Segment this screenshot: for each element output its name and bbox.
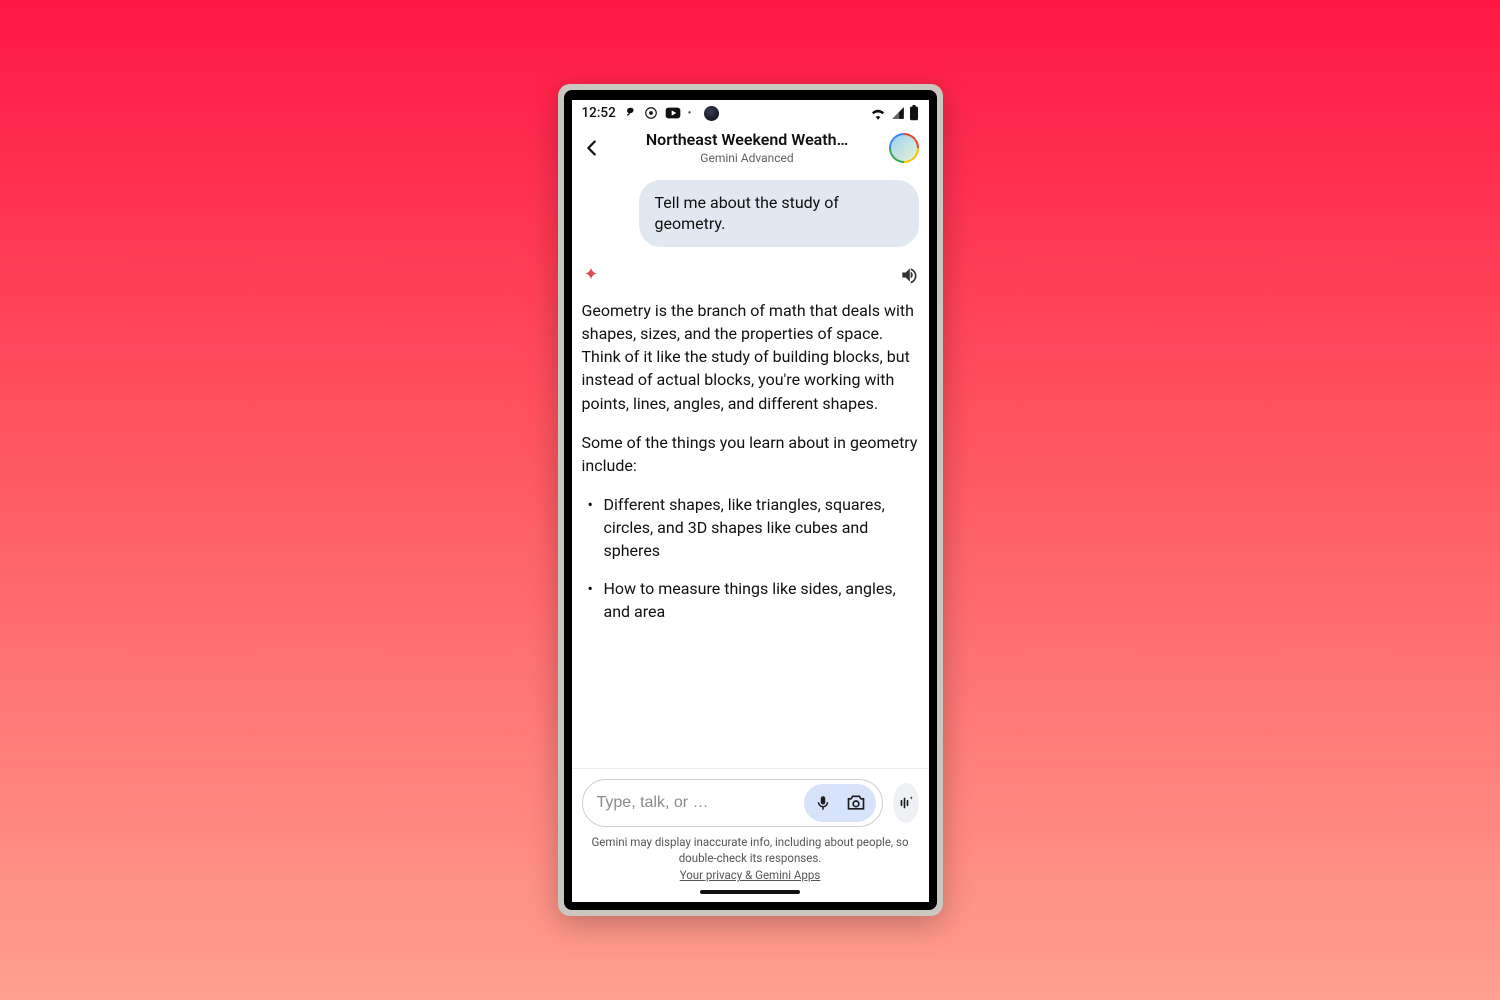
- mic-button[interactable]: [814, 794, 832, 812]
- assistant-paragraph: Some of the things you learn about in ge…: [582, 431, 919, 477]
- disclaimer-text: Gemini may display inaccurate info, incl…: [591, 835, 908, 865]
- conversation-title: Northeast Weekend Weath…: [614, 130, 881, 149]
- assistant-header: [582, 265, 919, 289]
- gemini-live-button[interactable]: [893, 783, 919, 823]
- front-camera: [704, 106, 719, 121]
- microphone-icon: [814, 794, 832, 812]
- conversation-area[interactable]: Tell me about the study of geometry. Geo…: [572, 172, 929, 769]
- list-item: How to measure things like sides, angles…: [588, 577, 919, 623]
- conversation-subtitle: Gemini Advanced: [614, 151, 881, 165]
- chrome-icon: [644, 106, 658, 120]
- signal-icon: [891, 106, 905, 120]
- chevron-left-icon: [581, 137, 603, 159]
- message-input-pill[interactable]: [582, 779, 883, 827]
- back-button[interactable]: [578, 134, 606, 162]
- screen: 12:52 •: [572, 100, 929, 902]
- camera-button[interactable]: [846, 794, 866, 812]
- app-indicator-icon: [623, 106, 637, 120]
- speaker-icon: [899, 265, 919, 285]
- camera-icon: [846, 794, 866, 812]
- disclaimer: Gemini may display inaccurate info, incl…: [582, 835, 919, 884]
- input-area: Gemini may display inaccurate info, incl…: [572, 768, 929, 902]
- user-message-bubble: Tell me about the study of geometry.: [639, 180, 919, 247]
- list-item: Different shapes, like triangles, square…: [588, 493, 919, 563]
- waveform-sparkle-icon: [897, 794, 915, 812]
- mic-camera-group: [804, 784, 876, 822]
- youtube-icon: [665, 107, 681, 119]
- avatar-image: [891, 135, 917, 161]
- phone-frame: 12:52 •: [558, 84, 943, 916]
- read-aloud-button[interactable]: [899, 265, 919, 289]
- app-header: Northeast Weekend Weath… Gemini Advanced: [572, 126, 929, 172]
- phone-bezel: 12:52 •: [564, 90, 937, 910]
- assistant-bullet-list: Different shapes, like triangles, square…: [582, 493, 919, 623]
- assistant-paragraph: Geometry is the branch of math that deal…: [582, 299, 919, 415]
- home-indicator[interactable]: [700, 890, 800, 894]
- status-time: 12:52: [582, 105, 616, 121]
- wifi-icon: [869, 106, 887, 120]
- status-dot-separator: •: [688, 108, 692, 119]
- user-message-row: Tell me about the study of geometry.: [582, 180, 919, 247]
- assistant-message: Geometry is the branch of math that deal…: [582, 299, 919, 623]
- message-input[interactable]: [597, 794, 804, 812]
- battery-icon: [909, 105, 919, 121]
- profile-avatar[interactable]: [889, 133, 919, 163]
- status-bar: 12:52 •: [572, 100, 929, 126]
- privacy-link[interactable]: Your privacy & Gemini Apps: [680, 868, 821, 884]
- gemini-sparkle-icon: [582, 266, 600, 288]
